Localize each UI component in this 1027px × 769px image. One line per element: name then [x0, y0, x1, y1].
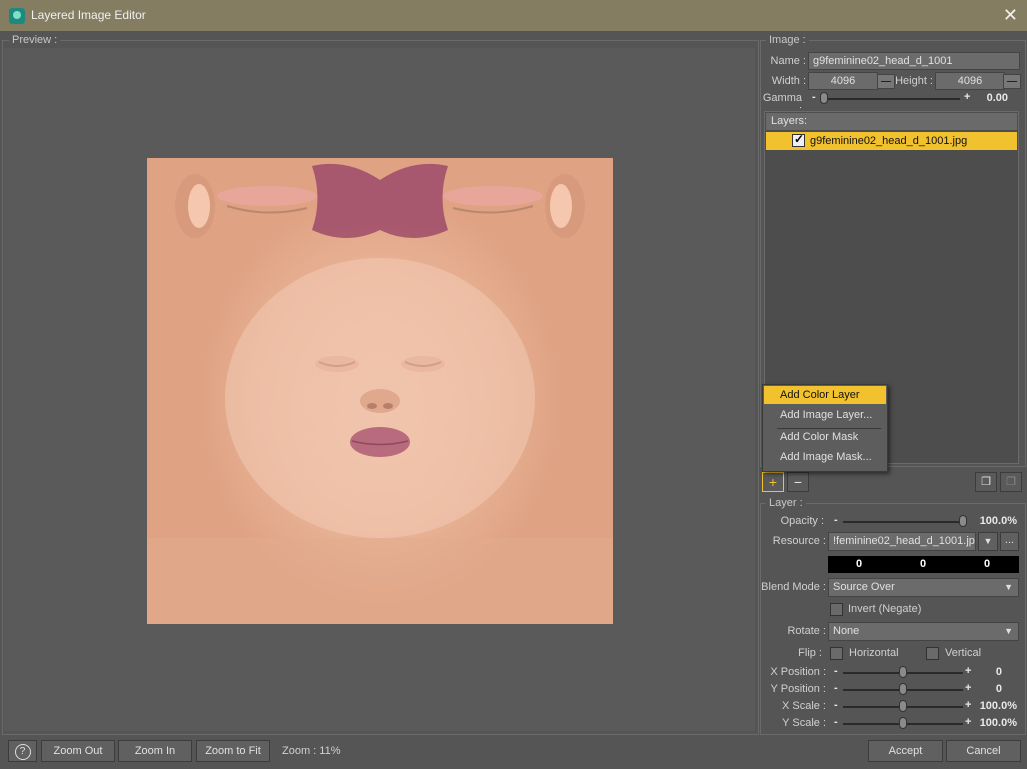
help-button[interactable]: ?: [8, 740, 37, 762]
opacity-value: 100.0%: [979, 515, 1017, 527]
menu-add-image-mask[interactable]: Add Image Mask...: [764, 448, 886, 466]
add-layer-menu: Add Color Layer Add Image Layer... Add C…: [762, 384, 888, 472]
flip-vertical-checkbox[interactable]: [926, 647, 939, 660]
image-section-label: Image :: [766, 34, 809, 46]
invert-label: Invert (Negate): [848, 603, 922, 615]
gamma-slider-knob[interactable]: [820, 92, 828, 104]
preview-label: Preview :: [9, 34, 61, 46]
resource-field[interactable]: !feminine02_head_d_1001.jpg: [828, 532, 976, 551]
blend-mode-select[interactable]: Source Over ▼: [828, 578, 1019, 597]
remove-layer-icon[interactable]: −: [787, 472, 809, 492]
y-position-plus-icon[interactable]: +: [965, 682, 971, 694]
gamma-value: 0.00: [986, 92, 1008, 104]
image-width-field[interactable]: 4096: [808, 72, 878, 90]
app-icon: [9, 8, 25, 24]
y-scale-value: 100.0%: [979, 717, 1017, 729]
resource-dropdown-arrow[interactable]: ▼: [978, 532, 998, 551]
flip-horizontal-checkbox[interactable]: [830, 647, 843, 660]
height-label: Height :: [895, 75, 933, 87]
color-values-field[interactable]: 0 0 0: [828, 556, 1019, 573]
x-position-minus-icon[interactable]: -: [834, 665, 838, 677]
x-position-plus-icon[interactable]: +: [965, 665, 971, 677]
image-height-field[interactable]: 4096: [935, 72, 1005, 90]
layer-name: g9feminine02_head_d_1001.jpg: [810, 135, 968, 147]
x-position-slider-knob[interactable]: [899, 666, 907, 678]
zoom-to-fit-button[interactable]: Zoom to Fit: [196, 740, 270, 762]
rotate-select[interactable]: None ▼: [828, 622, 1019, 641]
opacity-slider-knob[interactable]: [959, 515, 967, 527]
y-position-value: 0: [995, 683, 1002, 695]
y-scale-plus-icon[interactable]: +: [965, 716, 971, 728]
flip-vertical-label: Vertical: [945, 647, 982, 659]
layer-section-label: Layer :: [766, 497, 806, 509]
opacity-minus-icon[interactable]: -: [834, 514, 838, 526]
title-bar: Layered Image Editor ✕: [0, 0, 1027, 31]
x-scale-value: 100.0%: [979, 700, 1017, 712]
image-name-field[interactable]: g9feminine02_head_d_1001: [808, 52, 1020, 70]
zoom-in-button[interactable]: Zoom In: [118, 740, 192, 762]
menu-add-color-layer[interactable]: Add Color Layer: [764, 386, 886, 404]
name-label: Name :: [770, 55, 806, 67]
gamma-slider-track[interactable]: [820, 98, 960, 100]
color-b: 0: [984, 558, 991, 570]
y-scale-slider-knob[interactable]: [899, 717, 907, 729]
copy-layer-icon[interactable]: ❐: [975, 472, 997, 492]
height-spinner[interactable]: [1003, 74, 1021, 89]
flip-label: Flip :: [798, 647, 822, 659]
paste-layer-icon[interactable]: ❐: [1000, 472, 1022, 492]
flip-horizontal-label: Horizontal: [849, 647, 899, 659]
add-layer-icon[interactable]: +: [762, 472, 784, 492]
layer-row[interactable]: g9feminine02_head_d_1001.jpg: [766, 132, 1017, 150]
resource-label: Resource :: [772, 535, 826, 547]
texture-preview-image: [147, 158, 613, 624]
x-scale-label: X Scale :: [781, 700, 826, 712]
accept-button[interactable]: Accept: [868, 740, 943, 762]
zoom-level: Zoom : 11%: [282, 745, 341, 757]
x-position-label: X Position :: [770, 666, 826, 678]
layers-header: Layers:: [766, 113, 1017, 130]
chevron-down-icon: ▼: [1004, 582, 1013, 592]
menu-add-image-layer[interactable]: Add Image Layer...: [764, 406, 886, 424]
y-position-label: Y Position :: [770, 683, 826, 695]
x-position-value: 0: [995, 666, 1002, 678]
zoom-out-button[interactable]: Zoom Out: [41, 740, 115, 762]
color-g: 0: [920, 558, 927, 570]
y-scale-label: Y Scale :: [782, 717, 826, 729]
invert-checkbox[interactable]: [830, 603, 843, 616]
layer-visible-checkbox[interactable]: [792, 132, 805, 147]
help-icon: ?: [14, 744, 31, 760]
y-position-slider-knob[interactable]: [899, 683, 907, 695]
y-scale-minus-icon[interactable]: -: [834, 716, 838, 728]
close-icon[interactable]: ✕: [1003, 5, 1018, 26]
x-scale-plus-icon[interactable]: +: [965, 699, 971, 711]
x-scale-slider-knob[interactable]: [899, 700, 907, 712]
color-r: 0: [856, 558, 863, 570]
resource-browse-button[interactable]: ...: [1000, 532, 1019, 551]
blend-mode-label: Blend Mode :: [761, 581, 826, 593]
menu-add-color-mask[interactable]: Add Color Mask: [764, 428, 886, 446]
width-label: Width :: [771, 75, 806, 87]
blend-mode-value: Source Over: [833, 581, 895, 593]
chevron-down-icon: ▼: [1004, 626, 1013, 636]
x-scale-minus-icon[interactable]: -: [834, 699, 838, 711]
window-title: Layered Image Editor: [31, 8, 146, 22]
opacity-slider-track[interactable]: [843, 521, 967, 523]
cancel-button[interactable]: Cancel: [946, 740, 1021, 762]
rotate-value: None: [833, 625, 860, 637]
rotate-label: Rotate :: [787, 625, 826, 637]
opacity-label: Opacity :: [780, 515, 824, 527]
y-position-minus-icon[interactable]: -: [834, 682, 838, 694]
gamma-minus-icon[interactable]: -: [812, 91, 816, 103]
